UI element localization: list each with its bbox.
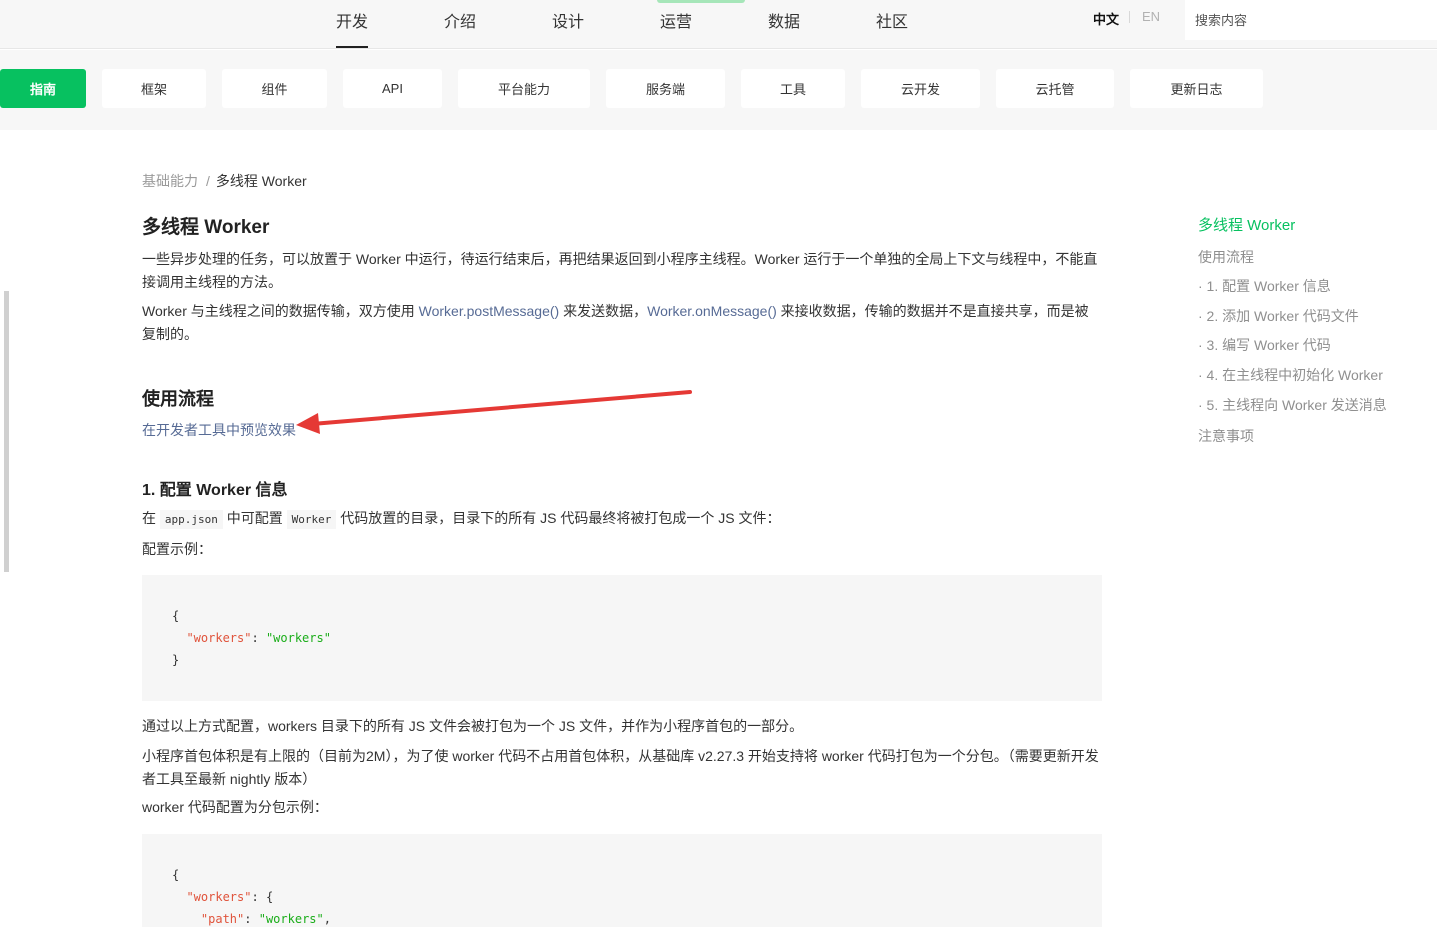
app-json-code: app.json (159, 510, 223, 529)
tab-components[interactable]: 组件 (222, 69, 327, 108)
code1-colon: : (251, 631, 266, 645)
tab-changelog[interactable]: 更新日志 (1130, 69, 1263, 108)
tab-guide[interactable]: 指南 (0, 69, 86, 108)
tab-platform[interactable]: 平台能力 (458, 69, 590, 108)
code2-comma: , (323, 912, 331, 926)
top-nav-item-data[interactable]: 数据 (768, 8, 800, 32)
page-title: 多线程 Worker (142, 217, 270, 238)
decorative-green-tip (657, 0, 745, 3)
code1-close-brace: } (172, 653, 180, 667)
toc-item-step5[interactable]: · 5. 主线程向 Worker 发送消息 (1198, 395, 1387, 415)
toc-item-worker[interactable]: 多线程 Worker (1198, 214, 1295, 235)
example-label: 配置示例： (142, 541, 212, 557)
worker-code: Worker (286, 510, 337, 529)
breadcrumb-parent[interactable]: 基础能力 (142, 173, 198, 189)
tab-api[interactable]: API (343, 69, 442, 108)
code2-value-path: "workers" (258, 912, 324, 926)
toc-item-step2[interactable]: · 2. 添加 Worker 代码文件 (1198, 306, 1359, 326)
lang-chinese[interactable]: 中文 (1093, 9, 1119, 28)
code2-open-brace: { (172, 868, 180, 882)
toc-item-notes[interactable]: 注意事项 (1198, 426, 1254, 446)
toc-item-usage[interactable]: 使用流程 (1198, 247, 1254, 267)
code1-open-brace: { (172, 609, 180, 623)
code2-colon-2: : (244, 912, 259, 926)
code-block-2: { "workers": { "path": "workers", (142, 834, 1102, 927)
top-nav-item-intro[interactable]: 介绍 (444, 8, 476, 32)
top-nav-item-community[interactable]: 社区 (876, 8, 908, 32)
lang-english[interactable]: EN (1142, 9, 1160, 24)
sub-navigation: 指南 框架 组件 API 平台能力 服务端 工具 云开发 云托管 更新日志 (0, 50, 1437, 130)
preview-paragraph: 在开发者工具中预览效果 (142, 419, 1100, 442)
left-scrollbar[interactable] (4, 291, 9, 572)
subpackage-label: worker 代码配置为分包示例： (142, 799, 328, 815)
step1-text-a: 在 (142, 510, 160, 526)
size-note-paragraph: 小程序首包体积是有上限的（目前为2M），为了使 worker 代码不占用首包体积… (142, 748, 1099, 787)
code1-key: "workers" (186, 631, 252, 645)
step1-text-b: 中可配置 (222, 510, 287, 526)
usage-section-title: 使用流程 (142, 389, 214, 409)
tab-tools[interactable]: 工具 (741, 69, 845, 108)
code1-value: "workers" (265, 631, 331, 645)
post-message-link[interactable]: Worker.postMessage() (419, 303, 560, 319)
intro-paragraph-1: 一些异步处理的任务，可以放置于 Worker 中运行，待运行结束后，再把结果返回… (142, 251, 1098, 290)
intro2-text-a: Worker 与主线程之间的数据传输，双方使用 (142, 303, 419, 319)
preview-in-devtools-link[interactable]: 在开发者工具中预览效果 (142, 422, 296, 438)
code2-inner-brace: { (265, 890, 274, 904)
top-nav-item-develop[interactable]: 开发 (336, 8, 369, 48)
top-nav-item-operation[interactable]: 运营 (660, 8, 692, 32)
toc-item-step4[interactable]: · 4. 在主线程中初始化 Worker (1198, 365, 1383, 385)
step1-paragraph: 在 app.json 中可配置 Worker 代码放置的目录，目录下的所有 JS… (142, 507, 1100, 531)
code2-colon-1: : (251, 890, 266, 904)
search-input[interactable] (1185, 0, 1437, 40)
code2-key-path: "path" (200, 912, 245, 926)
toc-item-step1[interactable]: · 1. 配置 Worker 信息 (1198, 276, 1331, 296)
on-message-link[interactable]: Worker.onMessage() (647, 303, 777, 319)
code2-key-workers: "workers" (186, 890, 252, 904)
intro2-text-b: 来发送数据， (559, 303, 648, 319)
tab-cloud-hosting[interactable]: 云托管 (996, 69, 1114, 108)
tab-framework[interactable]: 框架 (102, 69, 206, 108)
tab-cloud-dev[interactable]: 云开发 (861, 69, 980, 108)
step1-text-c: 代码放置的目录，目录下的所有 JS 代码最终将被打包成一个 JS 文件： (336, 510, 781, 526)
toc-item-step3[interactable]: · 3. 编写 Worker 代码 (1198, 335, 1331, 355)
breadcrumb-current: 多线程 Worker (215, 173, 307, 189)
breadcrumb: 基础能力 / 多线程 Worker (142, 171, 307, 191)
top-navigation: 开发 介绍 设计 运营 数据 社区 中文 EN (0, 0, 1437, 49)
top-nav-item-design[interactable]: 设计 (552, 8, 584, 32)
intro-paragraph-2: Worker 与主线程之间的数据传输，双方使用 Worker.postMessa… (142, 300, 1100, 346)
tab-server[interactable]: 服务端 (606, 69, 725, 108)
lang-separator (1129, 11, 1130, 23)
breadcrumb-separator: / (206, 173, 210, 189)
after-code1-paragraph: 通过以上方式配置，workers 目录下的所有 JS 文件会被打包为一个 JS … (142, 718, 804, 734)
step1-title: 1. 配置 Worker 信息 (142, 482, 288, 499)
code-block-1: { "workers": "workers" } (142, 575, 1102, 701)
